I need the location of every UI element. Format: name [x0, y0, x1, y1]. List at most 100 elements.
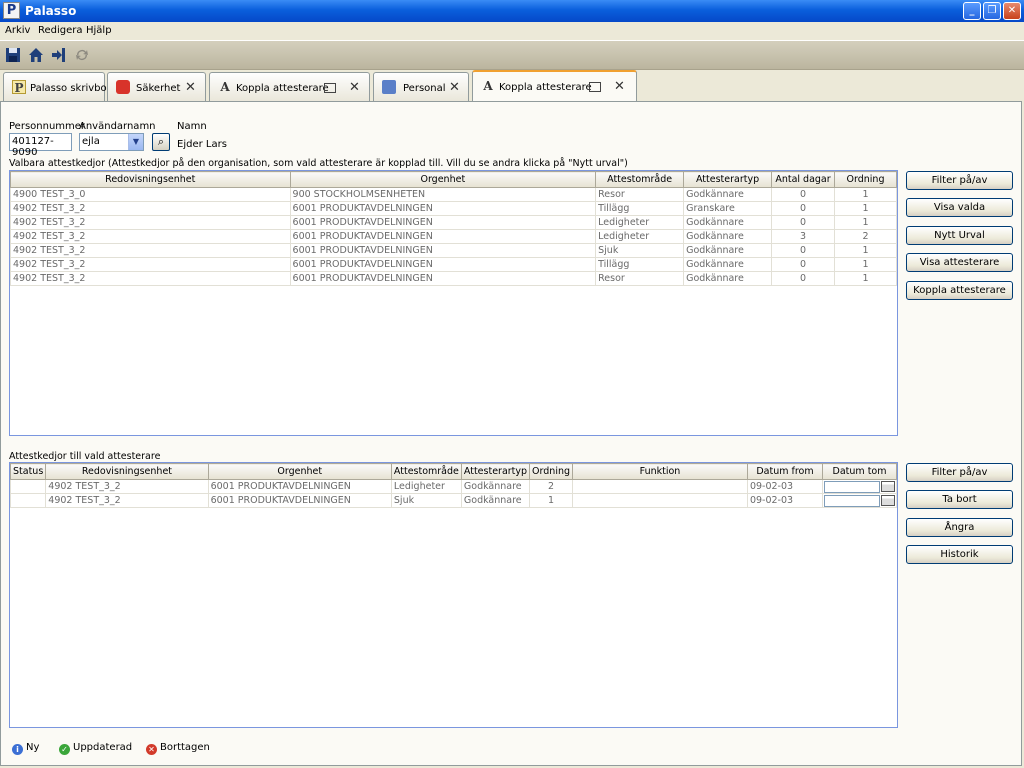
- menu-hjalp[interactable]: Hjälp: [86, 25, 112, 36]
- close-tab-icon[interactable]: ✕: [449, 80, 460, 95]
- search-binoculars-button[interactable]: ⌕: [152, 133, 170, 151]
- menu-redigera[interactable]: Redigera: [38, 25, 83, 36]
- column-header[interactable]: Attesterartyp: [460, 463, 531, 480]
- table-cell: Godkännare: [683, 257, 773, 272]
- refresh-icon[interactable]: [74, 47, 90, 63]
- grid-header-row: Status Redovisningsenhet Orgenhet Attest…: [10, 463, 897, 480]
- column-header[interactable]: Attestområde: [390, 463, 462, 480]
- table-row[interactable]: 4900 TEST_3_0 900 STOCKHOLMSENHETEN Resor G…: [10, 187, 897, 202]
- table-cell: 0: [771, 201, 835, 216]
- table-cell: 1: [529, 493, 574, 508]
- column-header[interactable]: Attestområde: [595, 171, 685, 188]
- column-header[interactable]: Attesterartyp: [683, 171, 773, 188]
- tab-sakerhet[interactable]: Säkerhet ✕: [107, 72, 206, 102]
- filter-toggle-button-bottom[interactable]: Filter på/av: [906, 463, 1013, 482]
- attest-icon: A: [483, 79, 493, 93]
- tab-label: Personal: [403, 83, 446, 94]
- table-cell: Sjuk: [390, 493, 462, 508]
- table-cell: 2: [834, 229, 897, 244]
- check-icon: ✓: [59, 744, 70, 755]
- table-row[interactable]: 4902 TEST_3_2 6001 PRODUKTAVDELNINGEN Ledi…: [10, 229, 897, 244]
- tab-personal[interactable]: Personal ✕: [373, 72, 469, 102]
- nytt-urval-button[interactable]: Nytt Urval: [906, 226, 1013, 245]
- status-cell: [10, 479, 47, 494]
- calendar-icon[interactable]: [881, 481, 896, 492]
- column-header[interactable]: Redovisningsenhet: [45, 463, 209, 480]
- column-header[interactable]: Orgenhet: [207, 463, 392, 480]
- exit-icon[interactable]: [51, 47, 67, 63]
- close-button[interactable]: ✕: [1003, 2, 1021, 20]
- valbara-attestkedjor-grid[interactable]: Redovisningsenhet Orgenhet Attestområde …: [9, 170, 898, 436]
- column-header[interactable]: Antal dagar: [771, 171, 835, 188]
- table-row[interactable]: 4902 TEST_3_2 6001 PRODUKTAVDELNINGEN Le…: [10, 479, 897, 494]
- restore-button[interactable]: ❐: [983, 2, 1001, 20]
- column-header[interactable]: Ordning: [834, 171, 897, 188]
- table-row[interactable]: 4902 TEST_3_2 6001 PRODUKTAVDELNINGEN Till…: [10, 257, 897, 272]
- anvandarnamn-value: ejla: [82, 136, 100, 147]
- table-row[interactable]: 4902 TEST_3_2 6001 PRODUKTAVDELNINGEN Sjuk…: [10, 243, 897, 258]
- table-row[interactable]: 4902 TEST_3_2 6001 PRODUKTAVDELNINGEN Reso…: [10, 271, 897, 286]
- save-icon[interactable]: [5, 47, 21, 63]
- ta-bort-button[interactable]: Ta bort: [906, 490, 1013, 509]
- visa-valda-button[interactable]: Visa valda: [906, 198, 1013, 217]
- datum-tom-input[interactable]: [824, 480, 881, 493]
- table-cell: 09-02-03: [746, 493, 824, 508]
- namn-value: Ejder Lars: [177, 139, 227, 150]
- column-header[interactable]: Redovisningsenhet: [10, 171, 291, 188]
- table-row[interactable]: 4902 TEST_3_2 6001 PRODUKTAVDELNINGEN Till…: [10, 201, 897, 216]
- home-icon[interactable]: [28, 47, 44, 63]
- status-cell: [10, 493, 47, 508]
- menu-arkiv[interactable]: Arkiv: [5, 25, 30, 36]
- table-cell: 6001 PRODUKTAVDELNINGEN: [207, 493, 392, 508]
- top-grid-caption: Valbara attestkedjor (Attestkedjor på de…: [9, 158, 628, 169]
- table-row[interactable]: 4902 TEST_3_2 6001 PRODUKTAVDELNINGEN Sj…: [10, 493, 897, 508]
- table-cell: Godkännare: [683, 229, 773, 244]
- binoculars-icon: ⌕: [157, 135, 165, 148]
- datum-tom-cell[interactable]: [822, 479, 897, 494]
- anvandarnamn-combo[interactable]: ejla ▼: [79, 133, 144, 151]
- datum-tom-cell[interactable]: [822, 493, 897, 508]
- table-cell: 3: [771, 229, 835, 244]
- table-cell: 1: [834, 271, 897, 286]
- personnummer-label: Personnummer: [9, 121, 86, 132]
- close-tab-icon[interactable]: ✕: [614, 79, 625, 94]
- legend-label: Borttagen: [160, 742, 210, 753]
- koppla-attesterare-button[interactable]: Koppla attesterare: [906, 281, 1013, 300]
- table-row[interactable]: 4902 TEST_3_2 6001 PRODUKTAVDELNINGEN Ledi…: [10, 215, 897, 230]
- tab-label: Koppla attesterare: [499, 82, 592, 93]
- chevron-down-icon[interactable]: ▼: [128, 134, 143, 150]
- tab-label: Säkerhet: [136, 83, 181, 94]
- datum-tom-input[interactable]: [824, 494, 881, 507]
- calendar-icon[interactable]: [881, 495, 896, 506]
- table-cell: 6001 PRODUKTAVDELNINGEN: [289, 243, 597, 258]
- angra-button[interactable]: Ångra: [906, 518, 1013, 537]
- security-icon: [116, 80, 130, 94]
- filter-toggle-button[interactable]: Filter på/av: [906, 171, 1013, 190]
- column-header[interactable]: Datum from: [746, 463, 824, 480]
- column-header[interactable]: Ordning: [529, 463, 574, 480]
- table-cell: Ledigheter: [595, 215, 685, 230]
- tab-koppla-attesterare-1[interactable]: A Koppla attesterare ✕: [209, 72, 370, 102]
- close-tab-icon[interactable]: ✕: [349, 80, 360, 95]
- table-cell: 09-02-03: [746, 479, 824, 494]
- title-bar: P Palasso _ ❐ ✕: [0, 0, 1024, 22]
- column-header[interactable]: Status: [10, 463, 47, 480]
- table-cell: [572, 493, 748, 508]
- personnummer-field[interactable]: 401127-9090: [9, 133, 72, 158]
- minimize-button[interactable]: _: [963, 2, 981, 20]
- attestkedjor-vald-attesterare-grid[interactable]: Status Redovisningsenhet Orgenhet Attest…: [9, 462, 898, 728]
- historik-button[interactable]: Historik: [906, 545, 1013, 564]
- table-cell: Granskare: [683, 201, 773, 216]
- column-header[interactable]: Funktion: [572, 463, 748, 480]
- close-tab-icon[interactable]: ✕: [185, 80, 196, 95]
- column-header[interactable]: Datum tom: [822, 463, 897, 480]
- undock-icon[interactable]: [324, 83, 336, 93]
- tab-koppla-attesterare-2[interactable]: A Koppla attesterare ✕: [472, 70, 637, 102]
- table-cell: 4902 TEST_3_2: [10, 215, 291, 230]
- column-header[interactable]: Orgenhet: [289, 171, 597, 188]
- undock-icon[interactable]: [589, 82, 601, 92]
- visa-attesterare-button[interactable]: Visa attesterare: [906, 253, 1013, 272]
- tab-palasso-skrivbord[interactable]: P Palasso skrivbord: [3, 72, 117, 102]
- table-cell: 6001 PRODUKTAVDELNINGEN: [289, 215, 597, 230]
- table-cell: 4900 TEST_3_0: [10, 187, 291, 202]
